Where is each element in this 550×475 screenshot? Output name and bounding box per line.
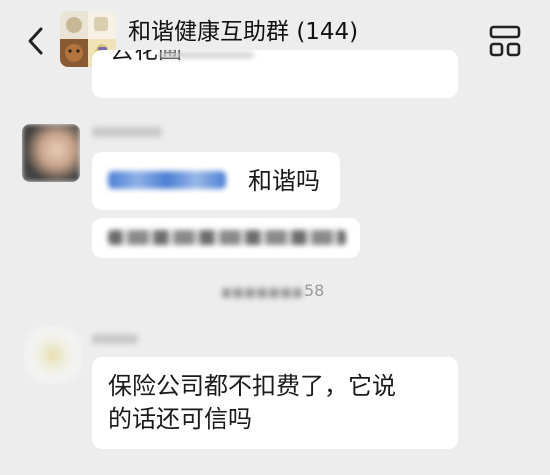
back-button[interactable]	[20, 24, 50, 58]
timestamp-blurred	[222, 288, 302, 298]
sender-avatar-2[interactable]	[24, 326, 82, 384]
group-info-button[interactable]	[488, 24, 522, 58]
sender-avatar[interactable]	[22, 124, 80, 182]
message-bubble-previous[interactable]: 去花圃	[92, 50, 458, 98]
blurred-avatar-image-2	[24, 326, 82, 384]
message-bubble-4[interactable]: 保险公司都不扣费了，它说 的话还可信吗	[92, 357, 458, 449]
group-name: 和谐健康互助群	[128, 19, 289, 45]
message-text-4-line1: 保险公司都不扣费了，它说	[108, 372, 396, 400]
sender-name-blurred	[92, 127, 162, 137]
sender-name-blurred-2	[92, 334, 138, 344]
group-info-icon	[489, 25, 521, 57]
message-bubble-3[interactable]	[92, 218, 360, 258]
chat-screen: 和谐健康互助群 (144) 去花圃 和谐吗 58 保险公司都不扣费了，它说 的话…	[0, 0, 550, 475]
timestamp-minutes: 58	[304, 281, 325, 300]
timestamp: 58	[222, 281, 332, 303]
mention-blurred	[108, 171, 226, 189]
blurred-avatar-image	[22, 124, 80, 182]
blurred-name-previous	[158, 52, 254, 58]
chat-title: 和谐健康互助群 (144)	[128, 17, 358, 47]
blurred-message-text	[108, 230, 346, 245]
chevron-left-icon	[28, 27, 43, 55]
member-count: (144)	[296, 19, 359, 45]
message-bubble-2[interactable]: 和谐吗	[92, 152, 340, 210]
message-text-2: 和谐吗	[248, 167, 320, 195]
message-text-4-line2: 的话还可信吗	[108, 405, 252, 433]
